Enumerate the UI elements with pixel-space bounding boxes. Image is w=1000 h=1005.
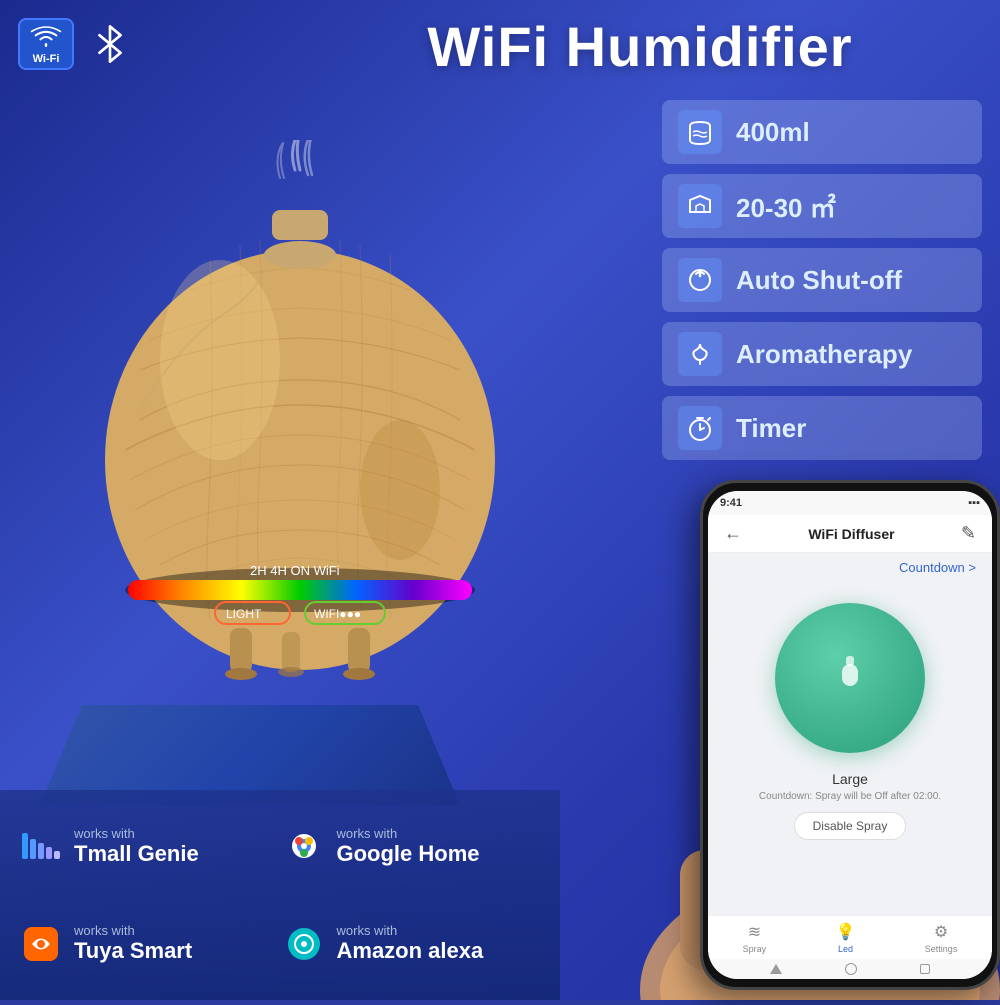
tuya-label: works with [74,923,192,938]
alexa-icon [283,923,325,965]
nav-spray-icon: ≋ [748,922,761,942]
area-text: 20-30 ㎡ [736,188,836,225]
works-tuya: works with Tuya Smart [20,898,278,991]
nav-led-label: Led [838,944,853,954]
humidifier-svg: 2H 4H ON WiFi LIGHT WIFI●●● [60,140,540,720]
svg-text:2H 4H ON WiFi: 2H 4H ON WiFi [250,563,340,578]
works-with-panel: works with Tmall Genie works with Google… [0,790,560,1000]
nav-settings[interactable]: ⚙ Settings [925,922,958,954]
aromatherapy-icon [678,332,722,376]
product-area: 2H 4H ON WiFi LIGHT WIFI●●● [0,80,600,780]
size-label: Large [832,771,868,787]
feature-capacity: 400ml [662,100,982,164]
app-title: WiFi Diffuser [808,526,894,542]
countdown-area[interactable]: Countdown > [708,553,992,583]
capacity-text: 400ml [736,117,810,148]
alexa-label: works with [337,923,484,938]
tuya-icon [20,923,62,965]
capacity-icon [678,110,722,154]
timer-icon [678,406,722,450]
aromatherapy-text: Aromatherapy [736,339,912,370]
bluetooth-icon [84,18,136,70]
tuya-brand: Tuya Smart [74,938,192,964]
feature-timer: Timer [662,396,982,460]
control-circle[interactable] [775,603,925,753]
feature-area: 20-30 ㎡ [662,174,982,238]
phone-screen: 9:41 ▪▪▪ ← WiFi Diffuser ✎ Countdown > [708,491,992,979]
google-icon [283,825,325,867]
disable-spray-button[interactable]: Disable Spray [794,812,907,840]
nav-settings-icon: ⚙ [934,922,948,942]
feature-shutoff: Auto Shut-off [662,248,982,312]
phone-statusbar: 9:41 ▪▪▪ [708,491,992,515]
area-icon [678,184,722,228]
timer-text: Timer [736,413,806,444]
works-google: works with Google Home [283,800,541,893]
feature-aromatherapy: Aromatherapy [662,322,982,386]
works-tmall: works with Tmall Genie [20,800,278,893]
phone-area: 9:41 ▪▪▪ ← WiFi Diffuser ✎ Countdown > [620,480,1000,1000]
works-alexa: works with Amazon alexa [283,898,541,991]
nav-led[interactable]: 💡 Led [836,922,856,954]
shutoff-icon [678,258,722,302]
main-title: WiFi Humidifier [300,14,980,79]
tmall-brand: Tmall Genie [74,841,199,867]
nav-settings-label: Settings [925,944,958,954]
tuya-text-group: works with Tuya Smart [74,923,192,964]
home-nav[interactable] [845,963,857,975]
spray-icon [828,652,872,705]
edit-icon[interactable]: ✎ [961,523,976,544]
phone-header: ← WiFi Diffuser ✎ [708,515,992,553]
nav-spray-label: Spray [743,944,767,954]
svg-text:LIGHT: LIGHT [226,607,262,621]
features-panel: 400ml 20-30 ㎡ Auto Shut-off Aromath [662,100,982,460]
wifi-icon [30,23,62,51]
google-label: works with [337,826,480,841]
alexa-brand: Amazon alexa [337,938,484,964]
tmall-icon [20,825,62,867]
svg-text:WIFI●●●: WIFI●●● [314,607,361,621]
countdown-text: Countdown > [899,560,976,575]
tmall-label: works with [74,826,199,841]
phone-mockup: 9:41 ▪▪▪ ← WiFi Diffuser ✎ Countdown > [700,480,1000,990]
top-icons-area: Wi-Fi [18,18,136,70]
wifi-label: Wi-Fi [33,53,60,65]
back-arrow-icon[interactable]: ← [724,523,742,544]
google-text-group: works with Google Home [337,826,480,867]
alexa-text-group: works with Amazon alexa [337,923,484,964]
countdown-sublabel: Countdown: Spray will be Off after 02:00… [759,791,941,802]
phone-bottom-nav: ≋ Spray 💡 Led ⚙ Settings [708,915,992,959]
back-nav[interactable] [770,964,782,974]
nav-led-icon: 💡 [836,922,856,942]
bluetooth-svg [88,22,132,66]
phone-main: Large Countdown: Spray will be Off after… [708,583,992,915]
shutoff-text: Auto Shut-off [736,265,902,296]
phone-home-bar [708,959,992,979]
tmall-text-group: works with Tmall Genie [74,826,199,867]
wifi-badge: Wi-Fi [18,18,74,70]
google-brand: Google Home [337,841,480,867]
nav-spray[interactable]: ≋ Spray [743,922,767,954]
recents-nav[interactable] [920,964,930,974]
